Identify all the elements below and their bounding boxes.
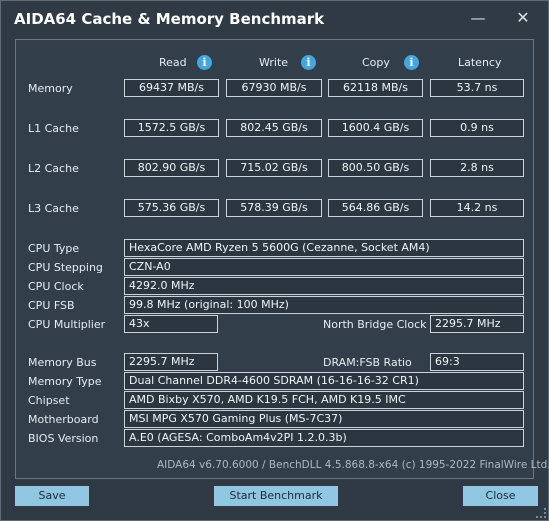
write-header: Write [259,56,289,69]
memory-copy-value: 62118 MB/s [328,79,423,97]
cpu-stepping-label: CPU Stepping [28,261,103,274]
l1-copy-value: 1600.4 GB/s [328,119,423,137]
resize-grip[interactable] [536,508,546,518]
window-title: AIDA64 Cache & Memory Benchmark [14,10,325,28]
copy-info-icon[interactable]: i [404,55,419,70]
l2-write-value: 715.02 GB/s [226,159,322,177]
save-button[interactable]: Save [15,486,89,506]
motherboard-label: Motherboard [28,413,99,426]
cpu-clock-label: CPU Clock [28,280,84,293]
l2-latency-value: 2.8 ns [430,159,524,177]
latency-header: Latency [458,56,502,69]
row-label-l1-cache: L1 Cache [28,122,79,135]
l3-read-value: 575.36 GB/s [124,199,219,217]
l2-copy-value: 800.50 GB/s [328,159,423,177]
chipset-label: Chipset [28,394,70,407]
memory-bus-value: 2295.7 MHz [124,353,218,371]
north-bridge-clock-value: 2295.7 MHz [430,315,524,333]
row-label-l2-cache: L2 Cache [28,162,79,175]
cpu-clock-value: 4292.0 MHz [124,277,524,295]
l2-read-value: 802.90 GB/s [124,159,219,177]
dram-fsb-ratio-value: 69:3 [430,353,524,371]
start-benchmark-button[interactable]: Start Benchmark [214,486,338,506]
l3-latency-value: 14.2 ns [430,199,524,217]
row-label-l3-cache: L3 Cache [28,202,79,215]
cpu-type-value: HexaCore AMD Ryzen 5 5600G (Cezanne, Soc… [124,239,524,257]
l3-write-value: 578.39 GB/s [226,199,322,217]
row-label-memory: Memory [28,82,73,95]
benchmark-window: AIDA64 Cache & Memory Benchmark — ✕ Read… [0,0,549,521]
chipset-value: AMD Bixby X570, AMD K19.5 FCH, AMD K19.5… [124,391,524,409]
memory-latency-value: 53.7 ns [430,79,524,97]
version-copyright-note: AIDA64 v6.70.6000 / BenchDLL 4.5.868.8-x… [157,459,549,471]
cpu-fsb-label: CPU FSB [28,299,75,312]
l1-read-value: 1572.5 GB/s [124,119,219,137]
bios-version-value: A.E0 (AGESA: ComboAm4v2PI 1.2.0.3b) [124,429,524,447]
cpu-type-label: CPU Type [28,242,80,255]
memory-bus-label: Memory Bus [28,356,97,369]
cpu-fsb-value: 99.8 MHz (original: 100 MHz) [124,296,524,314]
memory-read-value: 69437 MB/s [124,79,219,97]
read-info-icon[interactable]: i [197,55,212,70]
memory-write-value: 67930 MB/s [226,79,322,97]
copy-header: Copy [362,56,390,69]
minimize-icon[interactable]: — [463,5,493,31]
l3-copy-value: 564.86 GB/s [328,199,423,217]
motherboard-value: MSI MPG X570 Gaming Plus (MS-7C37) [124,410,524,428]
bios-version-label: BIOS Version [28,432,99,445]
north-bridge-clock-label: North Bridge Clock [323,318,427,331]
write-info-icon[interactable]: i [301,55,316,70]
close-button[interactable]: Close [463,486,538,506]
cpu-multiplier-value: 43x [124,315,218,333]
memory-type-value: Dual Channel DDR4-4600 SDRAM (16-16-16-3… [124,372,524,390]
close-icon[interactable]: ✕ [508,5,538,31]
read-header: Read [159,56,187,69]
memory-type-label: Memory Type [28,375,102,388]
dram-fsb-ratio-label: DRAM:FSB Ratio [323,356,412,369]
cpu-multiplier-label: CPU Multiplier [28,318,106,331]
title-bar: AIDA64 Cache & Memory Benchmark — ✕ [1,1,548,37]
cpu-stepping-value: CZN-A0 [124,258,524,276]
l1-write-value: 802.45 GB/s [226,119,322,137]
l1-latency-value: 0.9 ns [430,119,524,137]
